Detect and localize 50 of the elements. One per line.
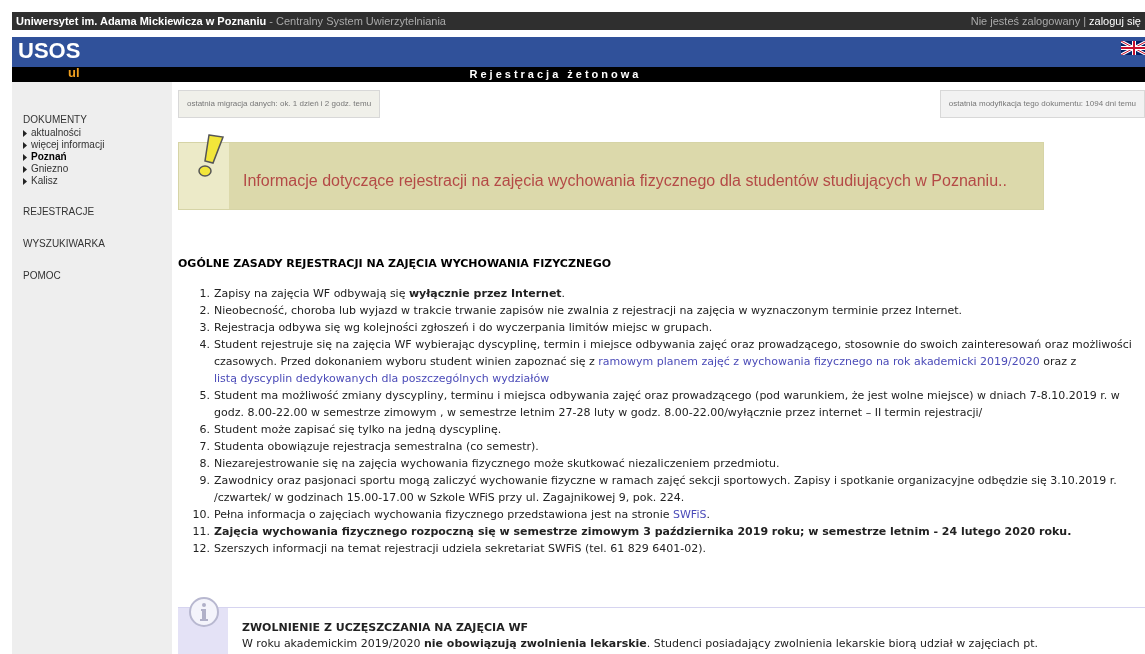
- modification-info: ostatnia modyfikacja tego dokumentu: 1094 dni temu: [939, 90, 1145, 118]
- sidebar-section[interactable]: WYSZUKIWARKA: [23, 236, 172, 251]
- list-number: 3.: [198, 319, 211, 336]
- list-number: 9.: [198, 472, 211, 489]
- sidebar-item[interactable]: Kalisz: [23, 175, 172, 187]
- list-number: 12.: [191, 540, 211, 557]
- rule-text: Zapisy na zajęcia WF odbywają się wyłącznie przez Internet.: [214, 285, 566, 302]
- migration-info: ostatnia migracja danych: ok. 1 dzień i 2 godz. temu: [178, 90, 381, 118]
- rule-text: Student ma możliwość zmiany dyscypliny, terminu i miejsca odbywania zajęć oraz prowadzącego (pod warunkiem, że jest wolne miejsce) w dniach 7-8.10.2019 r. w godz. 8.00-22.00 w semestrze zimowym , w semestrze letnim 27-28 luty w godz. 8.00-22.00/wyłącznie przez internet – II termin rejestracji/: [214, 387, 1121, 421]
- sidebar-item[interactable]: aktualności: [23, 127, 172, 139]
- sidebar-item[interactable]: Gniezno: [23, 163, 172, 175]
- university-name: Uniwersytet im. Adama Mickiewicza w Poznaniu: [16, 13, 267, 29]
- login-status: Nie jesteś zalogowany: [970, 13, 1081, 29]
- list-number: 10.: [191, 506, 211, 523]
- separator: |: [1083, 13, 1086, 29]
- sidebar-section[interactable]: POMOC: [23, 268, 172, 283]
- rule-text: Nieobecność, choroba lub wyjazd w trakcie trwanie zapisów nie zwalnia z rejestracji na zajęcia w wyznaczonym terminie przez Internet.: [214, 302, 963, 319]
- sidebar-item[interactable]: więcej informacji: [23, 139, 172, 151]
- info-text: W roku akademickim 2019/2020 nie obowiązują zwolnienia lekarskie. Studenci posiadający zwolnienia lekarskie biorą udział w zajęciach pt.: [242, 635, 1039, 652]
- rule-text: Niezarejestrowanie się na zajęcia wychowania fizycznego może skutkować niezaliczeniem przedmiotu.: [214, 455, 780, 472]
- list-number: 6.: [198, 421, 211, 438]
- list-number: 4.: [198, 336, 211, 353]
- rule-text: Studenta obowiązuje rejestracja semestralna (co semestr).: [214, 438, 539, 455]
- list-number: 1.: [198, 285, 211, 302]
- system-name: - Centralny System Uwierzytelniania: [268, 13, 446, 29]
- info-title: ZWOLNIENIE Z UCZĘSZCZANIA NA ZAJĘCIA WF: [242, 619, 530, 636]
- sidebar-section[interactable]: DOKUMENTY: [23, 112, 172, 127]
- rule-text: Student rejestruje się na zajęcia WF wybierając dyscyplinę, termin i miejsce odbywania zajęć oraz prowadzącego, stosownie do swoich zainteresowań oraz możliwości czasowych. Przed dokonaniem wyboru student winien zapoznać się z ramowym planem zajęć z wychowania fizycznego na rok akademicki 2019/2020 oraz z listą dyscyplin dedykowanych dla poszczególnych wydziałów: [214, 336, 1133, 387]
- link[interactable]: ramowym planem zajęć z wychowania fizycznego na rok akademicki 2019/2020: [598, 354, 1040, 368]
- page-title: Rejestracja żetonowa: [469, 67, 642, 83]
- rule-text: Zawodnicy oraz pasjonaci sportu mogą zaliczyć wychowanie fizyczne w ramach zajęć sekcji sportowych. Zapisy i spotkanie organizacyjne odbędzie się 3.10.2019 r. /czwartek/ w godzinach 15.00-17.00 w Szkole WFiS przy ul. Zagajnikowej 9, pok. 224.: [214, 472, 1118, 506]
- list-number: 5.: [198, 387, 211, 404]
- rule-text: Rejestracja odbywa się wg kolejności zgłoszeń i do wyczerpania limitów miejsc w grupach.: [214, 319, 713, 336]
- list-number: 7.: [198, 438, 211, 455]
- logo[interactable]: USOS: [18, 37, 81, 64]
- rule-text: Zajęcia wychowania fizycznego rozpoczną się w semestrze zimowym 3 października 2019 roku; w semestrze letnim - 24 lutego 2020 roku.: [214, 523, 1072, 540]
- link[interactable]: listą dyscyplin dedykowanych dla poszczególnych wydziałów: [214, 371, 550, 385]
- sidebar-item[interactable]: Poznań: [23, 151, 172, 163]
- login-link[interactable]: zaloguj się: [1089, 12, 1141, 30]
- rule-text: Pełna informacja o zajęciach wychowania fizycznego przedstawiona jest na stronie SWFiS.: [214, 506, 710, 523]
- sidebar-section[interactable]: REJESTRACJE: [23, 204, 172, 219]
- list-number: 11.: [191, 523, 211, 540]
- notice-text: Informacje dotyczące rejestracji na zajęcia wychowania fizycznego dla studentów studiujących w Poznaniu..: [242, 171, 1007, 191]
- logo-sub: ul: [68, 66, 80, 79]
- rule-text: Szerszych informacji na temat rejestracji udziela sekretariat SWFiS (tel. 61 829 6401-02).: [214, 540, 707, 557]
- section-heading: OGÓLNE ZASADY REJESTRACJI NA ZAJĘCIA WYCHOWANIA FIZYCZNEGO: [178, 256, 613, 272]
- list-number: 8.: [198, 455, 211, 472]
- list-number: 2.: [198, 302, 211, 319]
- rule-text: Student może zapisać się tylko na jedną dyscyplinę.: [214, 421, 502, 438]
- flag-icon[interactable]: [1121, 41, 1145, 55]
